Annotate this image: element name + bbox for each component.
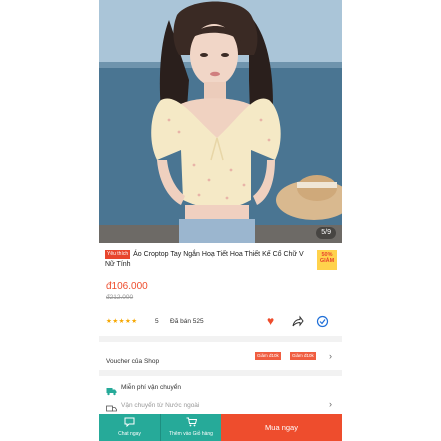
product-price: đ106.000 xyxy=(106,281,148,292)
shop-voucher-row[interactable]: Voucher của Shop Giảm đ10k Giảm đ10k › xyxy=(106,350,336,365)
chat-now-button[interactable]: Chat ngay xyxy=(99,414,160,441)
add-to-cart-button[interactable]: Thêm vào Giỏ hàng xyxy=(160,414,221,441)
voucher-label: Voucher của Shop xyxy=(106,358,160,365)
buy-now-button[interactable]: Mua ngay xyxy=(221,414,342,441)
original-price: đ212.000 xyxy=(106,294,134,301)
voucher-tag: Giảm đ10k xyxy=(255,352,281,360)
truck-icon xyxy=(106,383,117,401)
chat-icon xyxy=(99,417,160,429)
rating-stars: ★★★★★ xyxy=(106,318,138,325)
share-icon[interactable] xyxy=(291,315,304,333)
section-divider xyxy=(99,370,342,376)
chevron-right-icon: › xyxy=(329,399,332,409)
favorite-tag: Yêu thích xyxy=(105,250,131,259)
bottom-action-bar: Chat ngay Thêm vào Giỏ hàng Mua ngay xyxy=(99,414,342,441)
product-title: Yêu thích Áo Croptop Tay Ngắn Hoạ Tiết Ho… xyxy=(105,250,313,270)
ship-from-row[interactable]: Vận chuyển từ Nước ngoài › xyxy=(106,399,336,412)
product-page: 5/9 Yêu thích Áo Croptop Tay Ngắn Hoạ Tiế… xyxy=(99,0,342,441)
add-to-cart-label: Thêm vào Giỏ hàng xyxy=(169,431,213,437)
section-divider xyxy=(99,336,342,342)
product-photo-illustration xyxy=(99,0,342,243)
voucher-tag: Giảm đ10k xyxy=(290,352,316,360)
sold-count: Đã bán 525 xyxy=(170,318,204,325)
discount-badge: 50% GIẢM xyxy=(317,250,337,270)
cart-icon xyxy=(161,417,221,429)
chat-bubble-icon[interactable] xyxy=(316,315,329,333)
rating-value: 5 xyxy=(155,318,159,325)
free-shipping-row: Miễn phí vận chuyển xyxy=(106,382,336,396)
product-title-block: Yêu thích Áo Croptop Tay Ngắn Hoạ Tiết Ho… xyxy=(105,250,337,270)
rating-row: ★★★★★ 5 Đã bán 525 ♥ xyxy=(106,315,336,328)
product-image[interactable]: 5/9 xyxy=(99,0,342,243)
heart-icon[interactable]: ♥ xyxy=(267,315,274,327)
chat-now-label: Chat ngay xyxy=(118,431,141,437)
ship-from-text: Vận chuyển từ Nước ngoài xyxy=(121,402,200,409)
product-title-text: Áo Croptop Tay Ngắn Hoạ Tiết Hoa Thiết K… xyxy=(105,251,304,268)
free-shipping-text: Miễn phí vận chuyển xyxy=(121,384,181,391)
image-counter: 5/9 xyxy=(316,227,336,239)
chevron-right-icon: › xyxy=(329,351,332,361)
